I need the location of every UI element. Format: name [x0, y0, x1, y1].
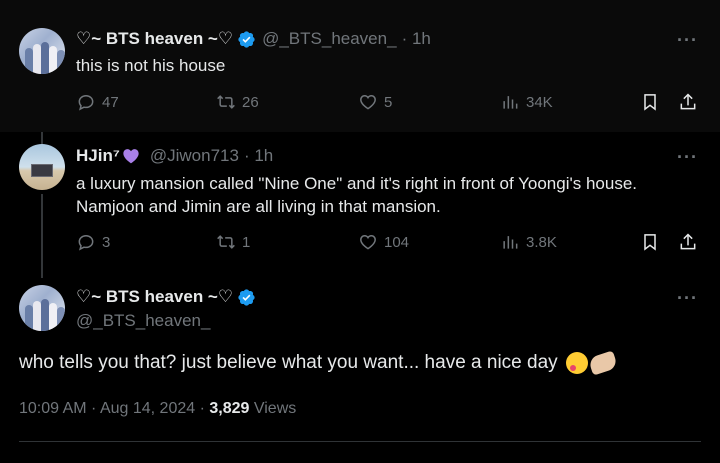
retweet-count: 1	[242, 233, 251, 251]
tweet-meta: 10:09 AM · Aug 14, 2024 · 3,829 Views	[19, 400, 296, 418]
share-icon	[680, 233, 696, 250]
verified-badge-icon	[237, 288, 256, 307]
kissing-face-emoji-icon	[565, 352, 588, 374]
display-name[interactable]: HJin⁷	[76, 146, 120, 166]
handle[interactable]: @_BTS_heaven_	[76, 311, 210, 331]
main-tweet: ♡~ BTS heaven ~♡ @_BTS_heaven_ ··· who t…	[0, 268, 720, 463]
tweet-header: ♡~ BTS heaven ~♡	[76, 287, 256, 307]
retweet-button[interactable]: 26	[216, 92, 259, 112]
handle-row: @_BTS_heaven_	[76, 311, 210, 331]
views-button[interactable]: 34K	[500, 92, 553, 112]
hand-emoji-icon	[587, 350, 618, 376]
handle[interactable]: @Jiwon713	[150, 146, 239, 166]
avatar[interactable]	[19, 144, 65, 190]
tweet-2[interactable]: HJin⁷ @Jiwon713 · 1h ··· a luxury mansio…	[0, 132, 720, 268]
timestamp[interactable]: · 1h	[402, 29, 431, 49]
analytics-icon	[503, 236, 518, 249]
action-bar: 47 26 5 34K	[76, 92, 700, 114]
analytics-icon	[503, 96, 518, 109]
more-options-icon[interactable]: ···	[677, 288, 698, 309]
tweet-text: this is not his house	[76, 56, 226, 75]
share-button[interactable]	[678, 92, 698, 112]
retweet-icon	[217, 235, 235, 249]
post-timestamp[interactable]: 10:09 AM · Aug 14, 2024 ·	[19, 400, 209, 417]
bookmark-icon	[644, 234, 656, 251]
view-count: 3,829	[209, 400, 250, 417]
heart-icon	[360, 94, 376, 110]
share-button[interactable]	[678, 232, 698, 252]
main-tweet-text: who tells you that? just believe what yo…	[19, 350, 618, 376]
bookmark-button[interactable]	[640, 92, 660, 112]
bookmark-icon	[644, 94, 656, 111]
verified-badge-icon	[237, 30, 256, 49]
display-name[interactable]: ♡~ BTS heaven ~♡	[76, 287, 233, 307]
tweet-text: who tells you that? just believe what yo…	[19, 352, 558, 373]
purple-heart-icon	[122, 148, 140, 164]
retweet-button[interactable]: 1	[216, 232, 250, 252]
reply-icon	[78, 234, 94, 251]
divider	[19, 441, 701, 442]
more-options-icon[interactable]: ···	[677, 147, 698, 168]
display-name[interactable]: ♡~ BTS heaven ~♡	[76, 29, 233, 49]
tweet-text-line: Namjoon and Jimin are all living in that…	[76, 197, 441, 216]
views-label: Views	[249, 400, 297, 417]
reply-count: 47	[102, 93, 119, 111]
reply-count: 3	[102, 233, 111, 251]
tweet-text: a luxury mansion called "Nine One" and i…	[76, 172, 696, 218]
reply-button[interactable]: 47	[76, 92, 119, 112]
retweet-icon	[217, 95, 235, 109]
reply-button[interactable]: 3	[76, 232, 110, 252]
like-count: 5	[384, 93, 393, 111]
tweet-text-line: a luxury mansion called "Nine One" and i…	[76, 174, 637, 193]
handle[interactable]: @_BTS_heaven_	[262, 29, 396, 49]
share-icon	[680, 93, 696, 110]
tweet-1[interactable]: ♡~ BTS heaven ~♡ @_BTS_heaven_ · 1h ··· …	[0, 0, 720, 132]
view-count: 34K	[526, 93, 553, 111]
more-options-icon[interactable]: ···	[677, 30, 698, 51]
action-bar: 3 1 104 3.8K	[76, 232, 700, 254]
views-button[interactable]: 3.8K	[500, 232, 557, 252]
retweet-count: 26	[242, 93, 259, 111]
reply-icon	[78, 94, 94, 111]
like-button[interactable]: 104	[358, 232, 409, 252]
tweet-header: HJin⁷ @Jiwon713 · 1h	[76, 146, 273, 166]
heart-icon	[360, 234, 376, 250]
avatar[interactable]	[19, 28, 65, 74]
timestamp[interactable]: · 1h	[244, 146, 273, 166]
like-button[interactable]: 5	[358, 92, 392, 112]
avatar[interactable]	[19, 285, 65, 331]
tweet-header: ♡~ BTS heaven ~♡ @_BTS_heaven_ · 1h	[76, 29, 431, 49]
bookmark-button[interactable]	[640, 232, 660, 252]
view-count: 3.8K	[526, 233, 557, 251]
like-count: 104	[384, 233, 410, 251]
